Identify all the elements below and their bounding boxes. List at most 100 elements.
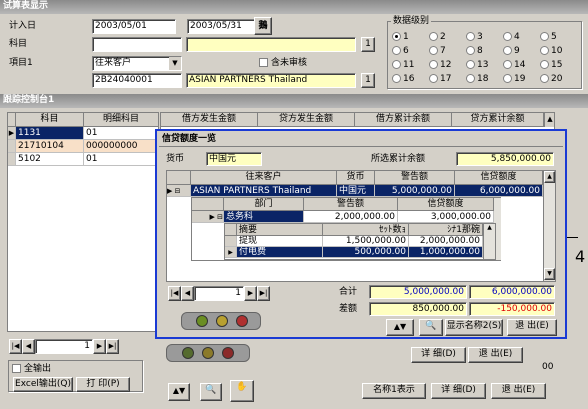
radio-circle[interactable] [503, 60, 512, 69]
exit-button[interactable]: 退 出(E) [491, 383, 546, 399]
level-radio-12[interactable]: 12 [429, 59, 451, 72]
checkbox-box[interactable] [259, 58, 268, 67]
table-row-cell[interactable]: 5,000,000.00 [375, 185, 455, 197]
level-radio-3[interactable]: 3 [466, 31, 483, 44]
table-row-cell[interactable]: 3,000,000.00 [398, 211, 494, 223]
scroll-up-icon[interactable]: ▲ [544, 171, 555, 183]
table-row-cell[interactable]: ASIAN PARTNERS Thailand [191, 185, 337, 197]
radio-circle[interactable] [392, 32, 401, 41]
table-row-cell[interactable]: 2,000,000.00 [304, 211, 398, 223]
table-row-cell[interactable]: 01 [84, 127, 158, 140]
checkbox-box[interactable] [12, 364, 21, 373]
table-row-cell[interactable]: 付电费 [237, 247, 323, 258]
radio-circle[interactable] [392, 74, 401, 83]
scrollbar[interactable]: ▲ ▼ [543, 171, 555, 281]
radio-circle[interactable] [503, 46, 512, 55]
item-lookup-button[interactable]: 1 [361, 73, 375, 88]
radio-circle[interactable] [503, 32, 512, 41]
radio-circle[interactable] [466, 60, 475, 69]
unaudited-checkbox[interactable]: 含未审核 [259, 57, 307, 70]
excel-output-button[interactable]: Excel输出(Q) [13, 377, 73, 392]
level-radio-8[interactable]: 8 [466, 45, 483, 58]
date-picker-button[interactable]: 鵝 [254, 17, 272, 35]
search-button[interactable]: 🔍 [200, 383, 222, 401]
radio-circle[interactable] [429, 60, 438, 69]
next-page-icon[interactable]: ▶ [244, 286, 257, 301]
first-page-icon[interactable]: |◀ [168, 286, 181, 301]
last-page-icon[interactable]: ▶| [106, 339, 119, 354]
table-row-cell[interactable]: 000000000 [84, 140, 158, 153]
level-radio-7[interactable]: 7 [429, 45, 446, 58]
subject-code-input[interactable] [92, 37, 182, 52]
date-from-input[interactable]: 2003/05/01 [92, 19, 176, 34]
level-radio-6[interactable]: 6 [392, 45, 409, 58]
scrollbar[interactable]: ▲ [483, 224, 495, 259]
show-name-button[interactable]: 显示名称2(S) [445, 319, 503, 336]
radio-circle[interactable] [429, 32, 438, 41]
page-input[interactable]: 1 [194, 286, 244, 301]
level-radio-20[interactable]: 20 [540, 73, 562, 86]
radio-circle[interactable] [503, 74, 512, 83]
radio-circle[interactable] [466, 46, 475, 55]
table-row-cell[interactable]: 21710104 [16, 140, 84, 153]
level-radio-18[interactable]: 18 [466, 73, 488, 86]
level-radio-15[interactable]: 15 [540, 59, 562, 72]
level-radio-5[interactable]: 5 [540, 31, 557, 44]
sort-button[interactable]: ▲▼ [168, 383, 190, 401]
radio-circle[interactable] [392, 60, 401, 69]
radio-circle[interactable] [540, 74, 549, 83]
name-display-button[interactable]: 名称1表示 [362, 383, 426, 399]
radio-circle[interactable] [466, 74, 475, 83]
level-radio-16[interactable]: 16 [392, 73, 414, 86]
table-row-cell[interactable]: 1,000,000.00 [409, 247, 483, 258]
table-row-cell[interactable]: 2,000,000.00 [409, 236, 483, 247]
table-row-cell[interactable]: 6,000,000.00 [455, 185, 543, 197]
item-select[interactable]: 往来客户 ▼ [92, 56, 182, 71]
table-row-cell[interactable]: 1,500,000.00 [323, 236, 409, 247]
radio-circle[interactable] [466, 32, 475, 41]
level-radio-2[interactable]: 2 [429, 31, 446, 44]
radio-circle[interactable] [540, 46, 549, 55]
subject-lookup-button[interactable]: 1 [361, 37, 375, 52]
scroll-up-icon[interactable]: ▲ [487, 224, 492, 231]
radio-circle[interactable] [540, 32, 549, 41]
item-code-input[interactable]: 2B24040001 [92, 73, 182, 88]
radio-circle[interactable] [540, 60, 549, 69]
level-radio-9[interactable]: 9 [503, 45, 520, 58]
scroll-down-icon[interactable]: ▼ [544, 268, 555, 280]
level-radio-19[interactable]: 19 [503, 73, 525, 86]
level-radio-4[interactable]: 4 [503, 31, 520, 44]
table-row-cell[interactable]: 中国元 [337, 185, 375, 197]
level-radio-13[interactable]: 13 [466, 59, 488, 72]
dialog-sort-button[interactable]: ▲▼ [386, 319, 414, 336]
dialog-search-button[interactable]: 🔍 [419, 319, 443, 336]
scroll-up-icon[interactable]: ▲ [544, 113, 554, 127]
output-all-checkbox[interactable]: 全输出 [12, 363, 51, 376]
prev-page-icon[interactable]: ◀ [22, 339, 35, 354]
behind-detail-button[interactable]: 详 细(D) [411, 347, 466, 363]
table-row-cell[interactable]: 1131 [16, 127, 84, 140]
level-radio-1[interactable]: 1 [392, 31, 409, 44]
radio-circle[interactable] [429, 74, 438, 83]
dialog-exit-button[interactable]: 退 出(E) [507, 319, 557, 336]
level-radio-10[interactable]: 10 [540, 45, 562, 58]
print-button[interactable]: 打 印(P) [76, 377, 130, 392]
tool-button[interactable]: ✋ [230, 380, 254, 402]
table-row-cell[interactable]: 总务科 [224, 211, 304, 223]
radio-circle[interactable] [429, 46, 438, 55]
last-page-icon[interactable]: ▶| [257, 286, 270, 301]
expand-toggle-icon[interactable]: ▶ ⊟ [192, 211, 224, 223]
level-radio-14[interactable]: 14 [503, 59, 525, 72]
first-page-icon[interactable]: |◀ [9, 339, 22, 354]
table-row-cell[interactable]: 5102 [16, 153, 84, 166]
page-input[interactable]: 1 [35, 339, 93, 354]
table-row-cell[interactable]: 提现 [237, 236, 323, 247]
table-row-cell[interactable]: 01 [84, 153, 158, 166]
behind-exit-button[interactable]: 退 出(E) [468, 347, 523, 363]
next-page-icon[interactable]: ▶ [93, 339, 106, 354]
detail-button[interactable]: 详 细(D) [431, 383, 486, 399]
level-radio-17[interactable]: 17 [429, 73, 451, 86]
prev-page-icon[interactable]: ◀ [181, 286, 194, 301]
chevron-down-icon[interactable]: ▼ [169, 57, 181, 70]
expand-toggle-icon[interactable]: ▶ ⊟ [167, 185, 191, 197]
